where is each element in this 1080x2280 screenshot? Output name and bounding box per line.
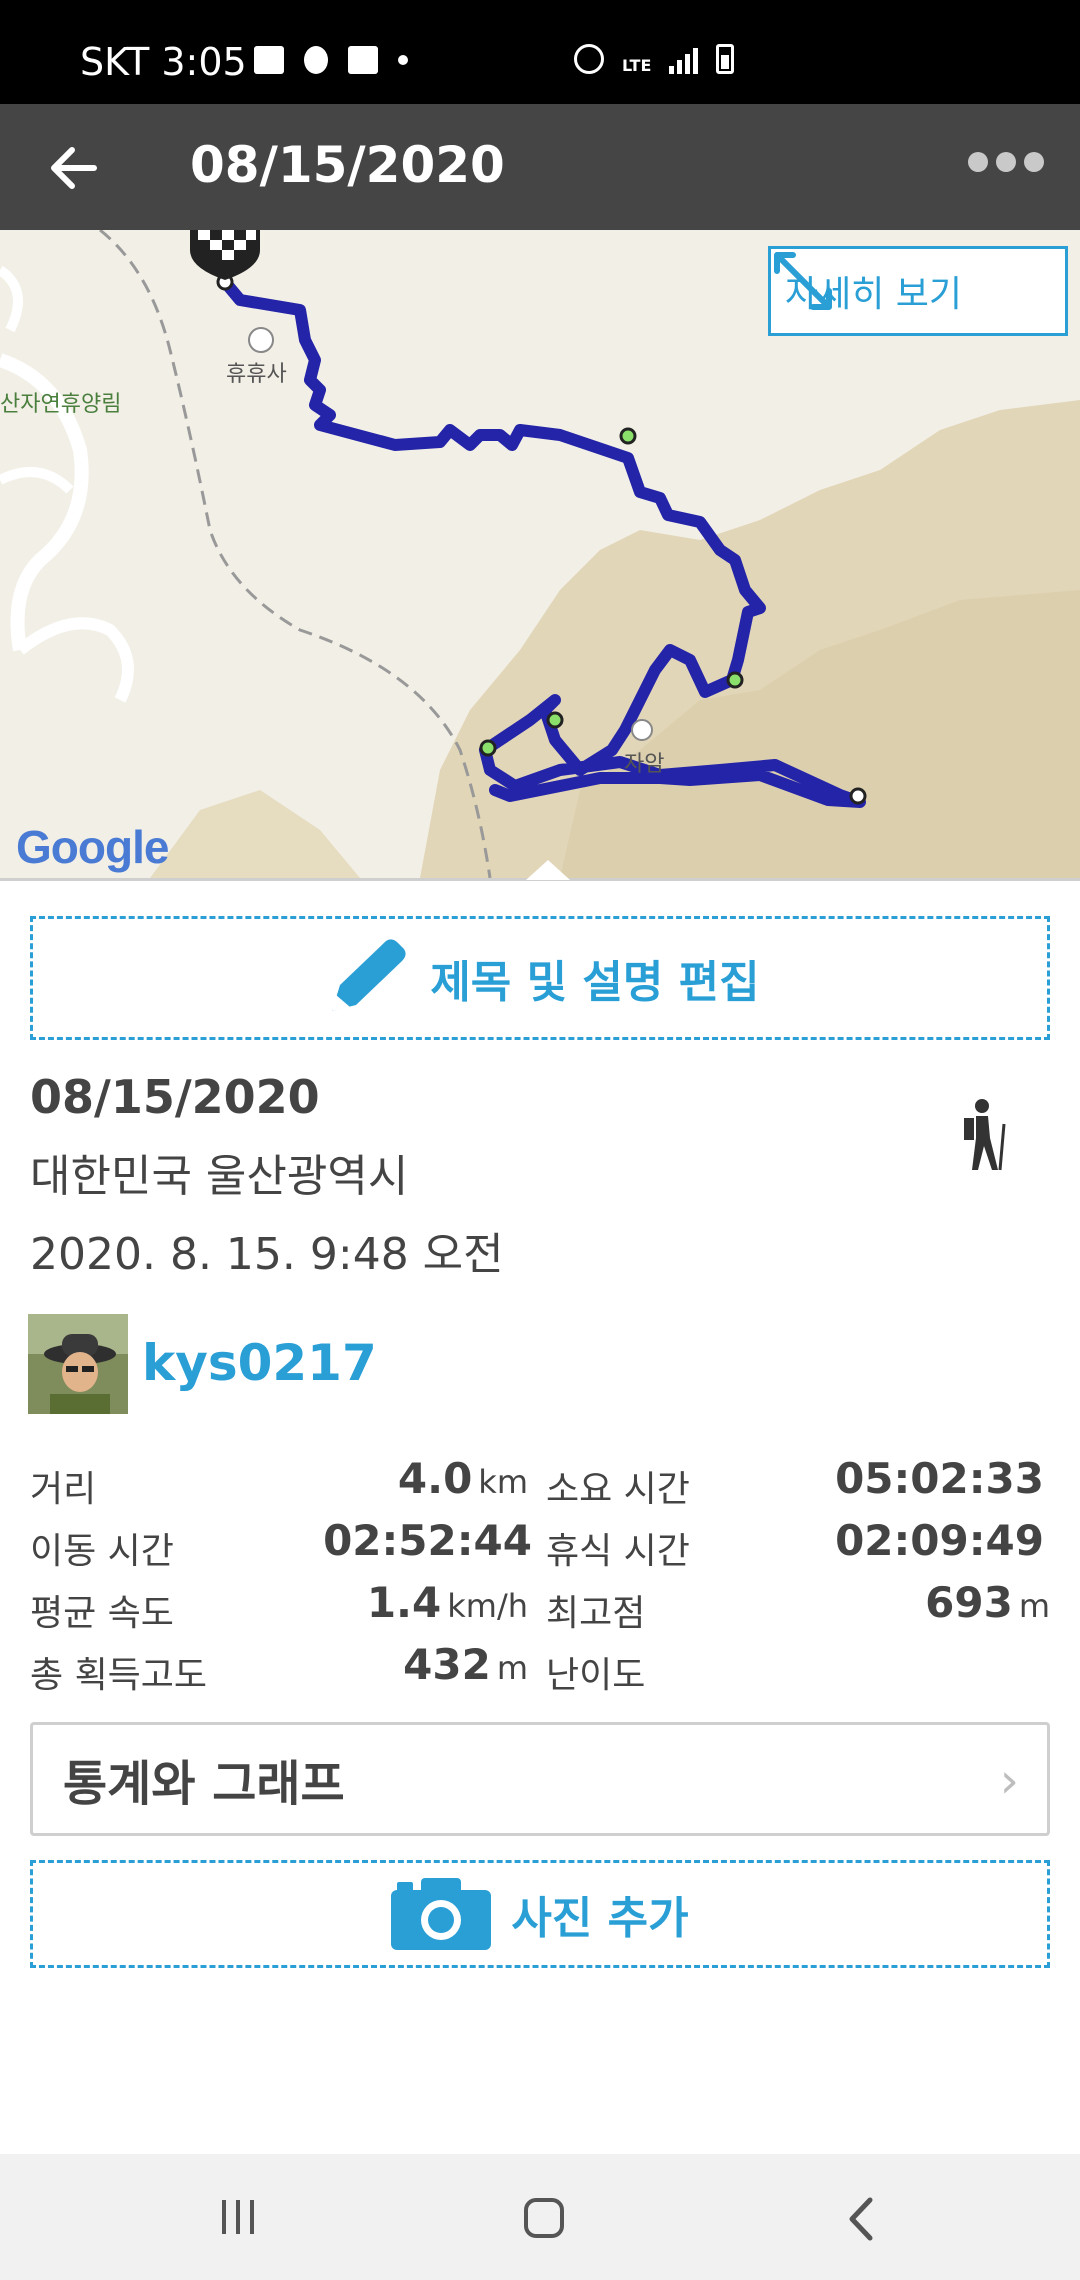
notification-icons	[254, 46, 408, 74]
rest-time-label: 휴식 시간	[546, 1531, 690, 1572]
distance-value: 4.0 km	[398, 1454, 528, 1503]
status-bar: SKT 3:05 LTE	[0, 0, 1080, 104]
route-map[interactable]: 휴휴사 산자연휴양림 자암 자세히 보기 Google	[0, 230, 1080, 878]
avg-speed-value: 1.4 km/h	[367, 1578, 528, 1627]
alarm-icon	[574, 44, 604, 74]
duration-value: 05:02:33	[835, 1454, 1044, 1503]
distance-number: 4.0	[397, 1454, 473, 1503]
avg-speed-number: 1.4	[366, 1578, 442, 1627]
carrier-time: SKT 3:05	[80, 40, 247, 84]
track-datetime: 2020. 8. 15. 9:48 오전	[30, 1229, 504, 1280]
max-elevation-value: 693 m	[925, 1578, 1050, 1627]
username[interactable]: kys0217	[142, 1334, 377, 1392]
max-elevation-label: 최고점	[546, 1593, 646, 1634]
distance-label: 거리	[30, 1469, 97, 1510]
app-notification-icon	[304, 46, 328, 74]
home-button[interactable]	[524, 2198, 564, 2238]
hiker-icon	[964, 1099, 1006, 1171]
lte-indicator: LTE	[622, 56, 652, 75]
total-gain-label: 총 획득고도	[30, 1655, 208, 1696]
map-caret	[526, 860, 570, 880]
camera-icon	[391, 1878, 492, 1950]
page-title: 08/15/2020	[190, 136, 505, 194]
expand-icon	[774, 252, 832, 310]
total-gain-value: 432 m	[403, 1640, 528, 1689]
avatar[interactable]	[28, 1314, 128, 1414]
recent-apps-button[interactable]	[222, 2200, 254, 2234]
map-label-hermitage: 자암	[624, 752, 665, 777]
chevron-right-icon: ›	[999, 1753, 1019, 1809]
edit-title-description-button[interactable]: 제목 및 설명 편집	[30, 916, 1050, 1040]
add-photo-label: 사진 추가	[511, 1893, 689, 1944]
view-detail-button[interactable]: 자세히 보기	[768, 246, 1068, 336]
stats-graph-label: 통계와 그래프	[63, 1756, 345, 1812]
signal-icon	[669, 48, 699, 74]
difficulty-label: 난이도	[546, 1655, 646, 1696]
google-attribution: Google	[16, 821, 169, 873]
back-nav-button[interactable]	[832, 2194, 892, 2244]
max-elevation-unit: m	[1018, 1587, 1050, 1625]
moving-time-label: 이동 시간	[30, 1531, 174, 1572]
pencil-icon	[332, 939, 406, 1011]
track-date: 08/15/2020	[30, 1070, 320, 1124]
rest-time-value: 02:09:49	[835, 1516, 1044, 1565]
more-dots-icon	[968, 152, 988, 172]
max-elevation-number: 693	[925, 1578, 1013, 1627]
distance-unit: km	[478, 1463, 528, 1501]
avg-speed-label: 평균 속도	[30, 1593, 174, 1634]
edit-label: 제목 및 설명 편집	[430, 957, 760, 1008]
moving-time-value: 02:52:44	[323, 1516, 532, 1565]
battery-icon	[716, 44, 735, 74]
map-label-temple: 휴휴사	[226, 362, 287, 387]
app-bar: 08/15/2020	[0, 104, 1080, 230]
stats-graph-button[interactable]: 통계와 그래프 ›	[30, 1722, 1050, 1836]
more-options-button[interactable]	[968, 152, 1044, 172]
duration-label: 소요 시간	[546, 1469, 690, 1510]
mail-icon	[348, 46, 378, 74]
gallery-icon	[254, 46, 284, 74]
back-button[interactable]	[44, 138, 104, 198]
avg-speed-unit: km/h	[447, 1587, 528, 1625]
add-photo-button[interactable]: 사진 추가	[30, 1860, 1050, 1968]
system-nav-bar	[0, 2154, 1080, 2280]
recent-apps-icon	[222, 2200, 226, 2234]
map-label-forest: 산자연휴양림	[0, 392, 122, 417]
finish-flag-icon	[190, 230, 260, 280]
total-gain-number: 432	[403, 1640, 491, 1689]
track-location: 대한민국 울산광역시	[30, 1151, 409, 1202]
arrow-left-icon	[51, 147, 97, 189]
system-icons: LTE	[574, 44, 735, 75]
avatar-photo	[28, 1314, 128, 1414]
more-notifications-icon	[398, 55, 408, 65]
total-gain-unit: m	[496, 1649, 528, 1687]
